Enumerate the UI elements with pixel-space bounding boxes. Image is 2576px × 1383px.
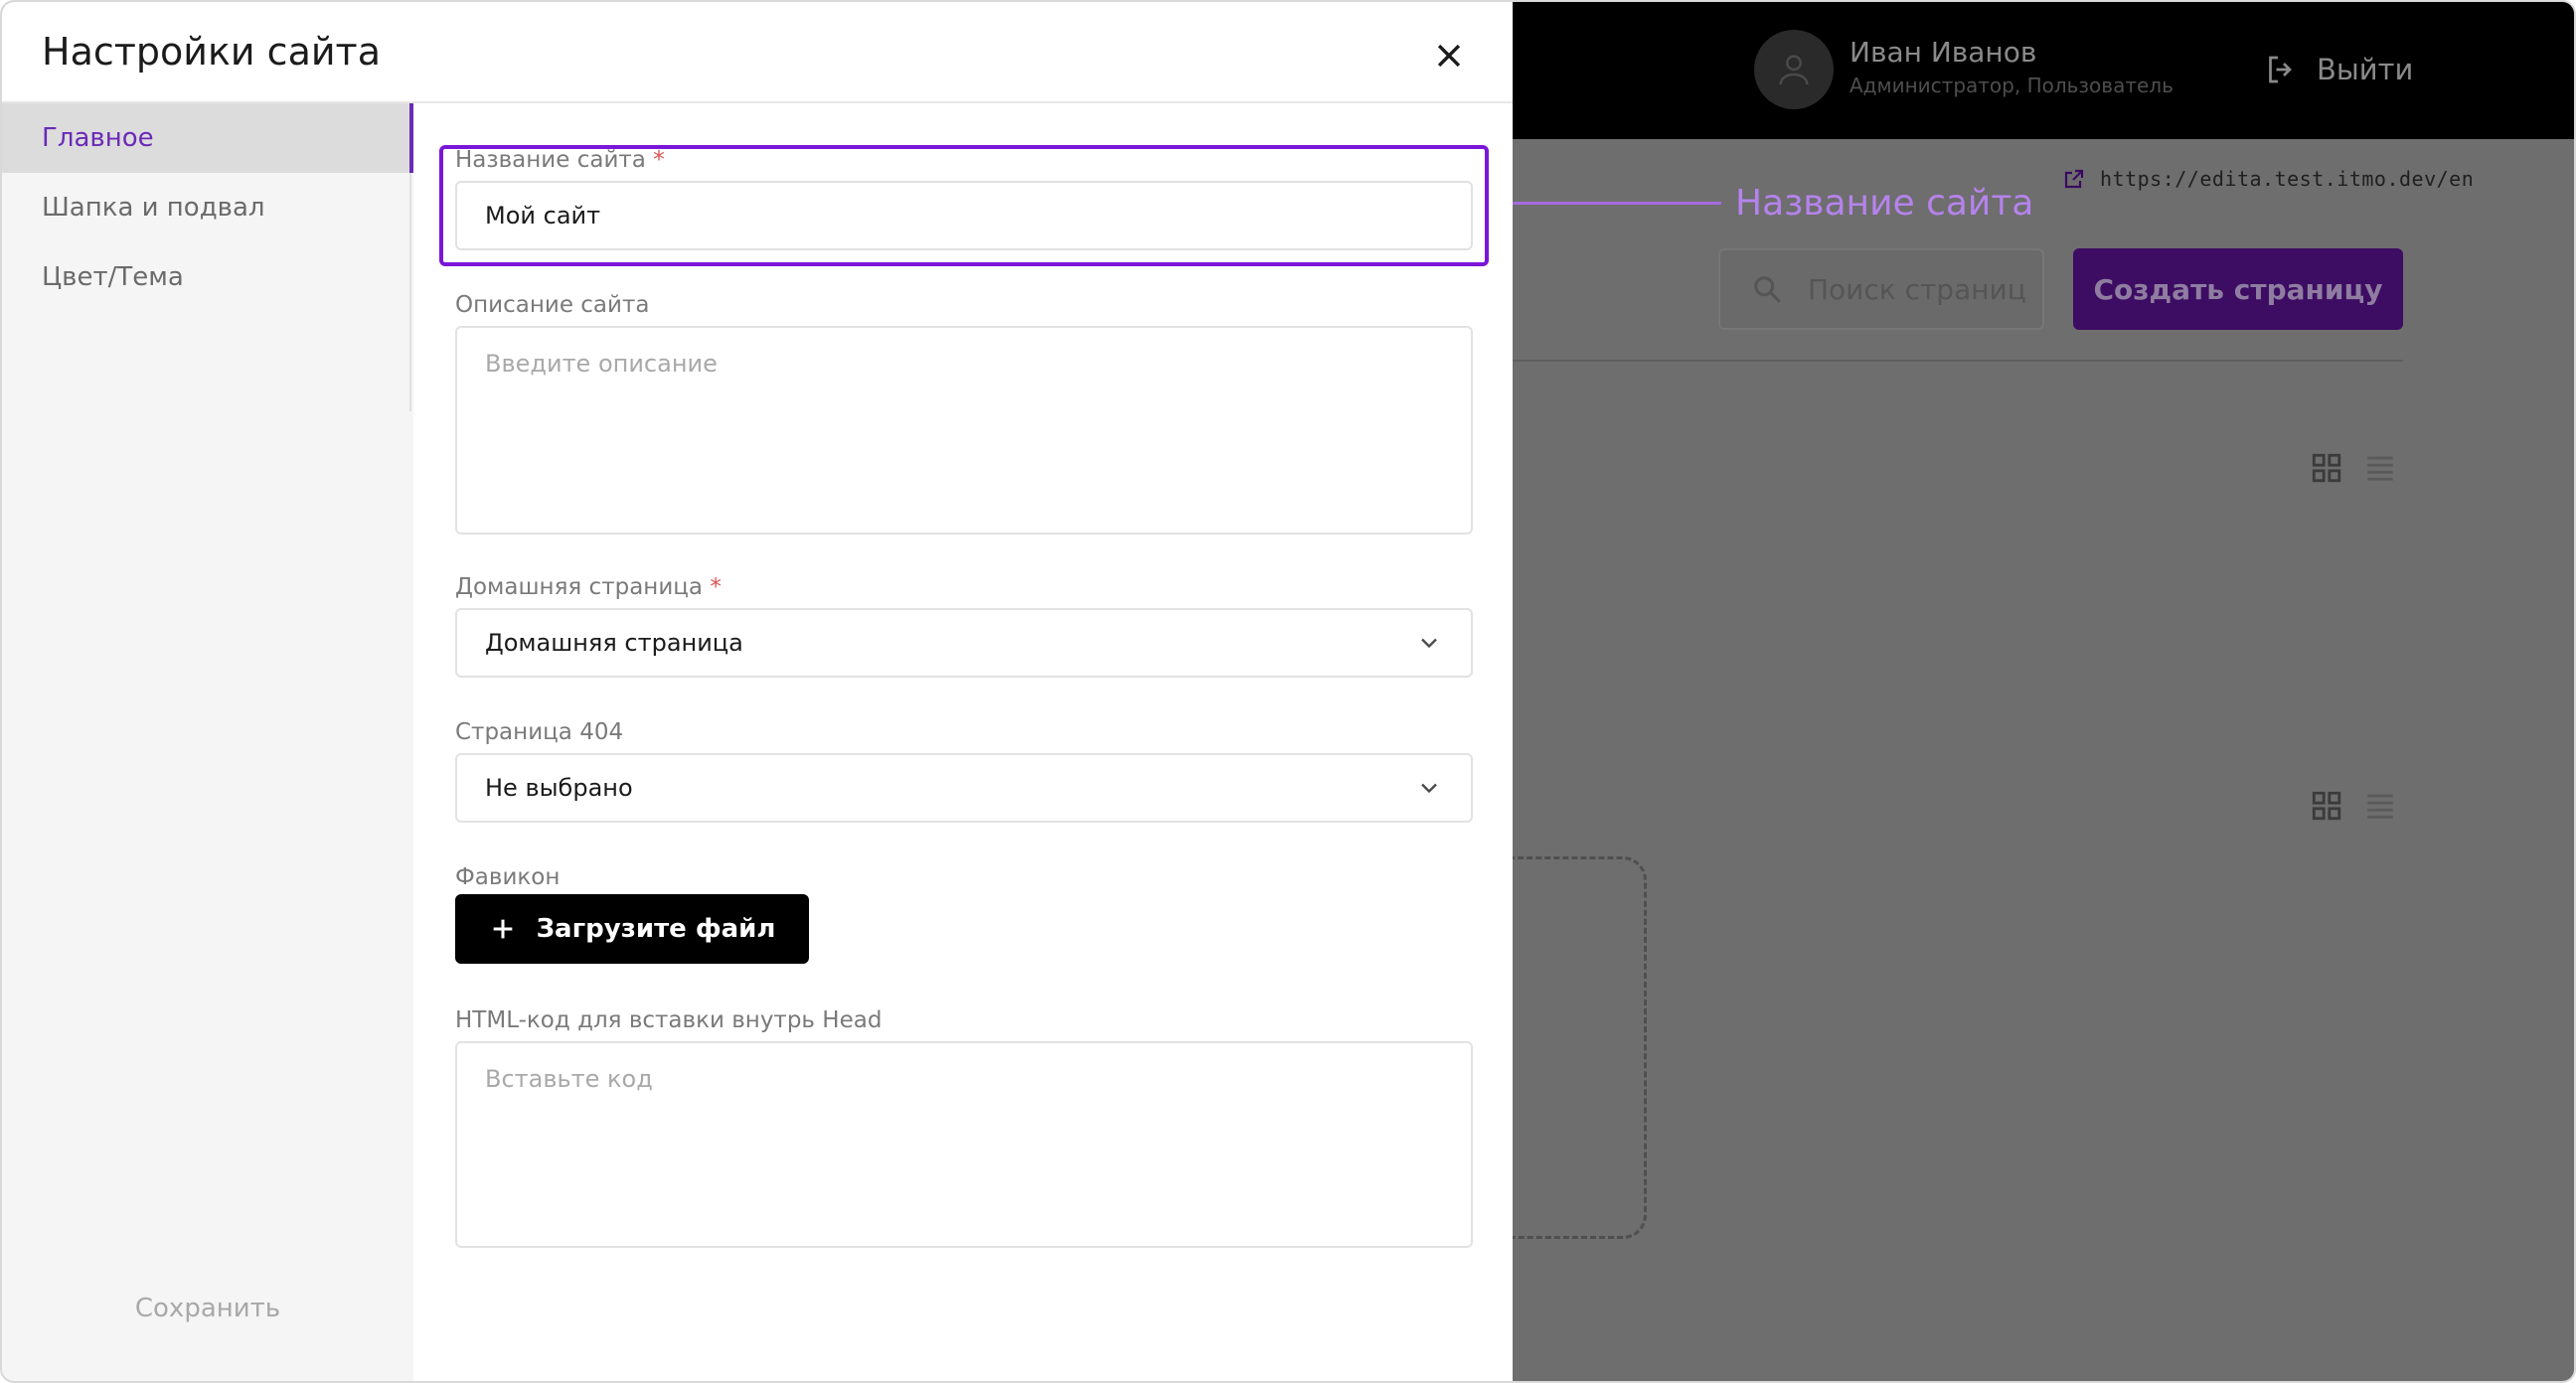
site-settings-modal: Настройки сайта Главное Шапка и подвал Ц…	[2, 2, 1513, 1381]
background-header	[1513, 2, 2574, 139]
logout-label: Выйти	[2317, 53, 2414, 86]
favicon-label: Фавикон	[455, 864, 561, 890]
site-name-input[interactable]	[455, 181, 1473, 250]
upload-file-button[interactable]: Загрузите файл	[455, 894, 809, 964]
close-icon	[1437, 44, 1461, 68]
logout-icon	[2269, 56, 2292, 83]
user-roles: Администратор, Пользователь	[1850, 74, 2174, 97]
required-mark: *	[653, 147, 665, 173]
page-search-input[interactable]: Поиск страниц	[1718, 248, 2044, 330]
modal-title: Настройки сайта	[42, 30, 381, 74]
list-view-icon[interactable]	[2363, 451, 2397, 485]
site-url-link[interactable]: https://edita.test.itmo.dev/en	[2062, 167, 2474, 191]
search-icon	[1754, 276, 1781, 303]
save-button[interactable]: Сохранить	[81, 1279, 334, 1338]
site-name-label: Название сайта *	[455, 147, 665, 173]
settings-sidebar: Главное Шапка и подвал Цвет/Тема Сохрани…	[2, 103, 413, 1381]
required-mark: *	[710, 574, 722, 600]
background-divider	[1513, 360, 2403, 362]
app-frame: Иван Иванов Администратор, Пользователь …	[0, 0, 2576, 1383]
home-page-select[interactable]: Домашняя страница	[455, 608, 1473, 678]
grid-view-icon[interactable]	[2310, 789, 2343, 823]
search-placeholder: Поиск страниц	[1808, 272, 2026, 306]
chevron-down-icon	[1421, 638, 1437, 649]
page-404-label: Страница 404	[455, 719, 624, 745]
plus-icon	[493, 919, 512, 939]
head-html-input[interactable]	[455, 1041, 1473, 1248]
site-description-input[interactable]	[455, 326, 1473, 535]
sidebar-item-main[interactable]: Главное	[2, 103, 413, 173]
site-url: https://edita.test.itmo.dev/en	[2100, 167, 2475, 191]
create-page-button[interactable]: Создать страницу	[2073, 248, 2403, 330]
logout-button[interactable]: Выйти	[2263, 52, 2413, 87]
home-page-selected: Домашняя страница	[485, 629, 743, 657]
callout-label: Название сайта	[1735, 183, 2034, 224]
sidebar-divider	[409, 173, 411, 411]
grid-view-icon[interactable]	[2310, 451, 2343, 485]
list-view-icon[interactable]	[2363, 789, 2397, 823]
sidebar-item-color-theme[interactable]: Цвет/Тема	[2, 242, 413, 312]
chevron-down-icon	[1421, 783, 1437, 794]
head-html-label: HTML-код для вставки внутрь Head	[455, 1007, 883, 1033]
settings-form: Название сайта * Описание сайта Домашняя…	[413, 103, 1513, 1381]
avatar	[1754, 30, 1834, 109]
sidebar-item-header-footer[interactable]: Шапка и подвал	[2, 173, 413, 242]
user-icon	[1779, 55, 1809, 85]
home-page-label: Домашняя страница *	[455, 574, 722, 600]
upload-file-label: Загрузите файл	[536, 914, 776, 944]
page-404-select[interactable]: Не выбрано	[455, 753, 1473, 823]
user-name: Иван Иванов	[1850, 36, 2037, 69]
modal-header: Настройки сайта	[2, 2, 1513, 103]
callout-line	[1495, 202, 1721, 205]
close-button[interactable]	[1425, 32, 1473, 79]
site-description-label: Описание сайта	[455, 292, 650, 318]
page-404-selected: Не выбрано	[485, 774, 633, 802]
external-link-icon	[2064, 169, 2084, 189]
